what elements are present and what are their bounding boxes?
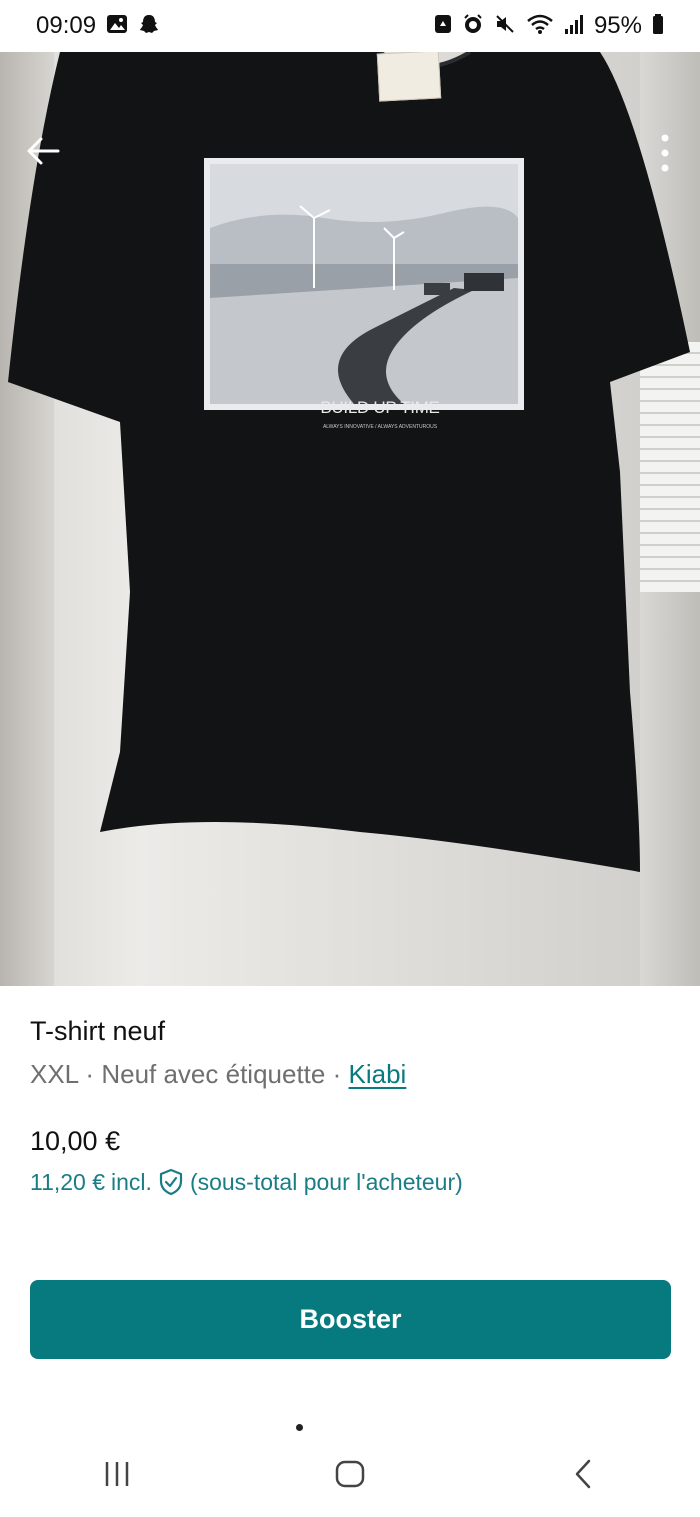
listing-price: 10,00 € bbox=[30, 1126, 121, 1156]
recent-apps-button[interactable] bbox=[77, 1444, 157, 1504]
buyer-price-note: (sous-total pour l'acheteur) bbox=[189, 1168, 463, 1195]
more-vertical-icon bbox=[661, 134, 669, 172]
listing-condition: Neuf avec étiquette bbox=[101, 1059, 326, 1089]
battery-icon bbox=[652, 13, 664, 39]
buyer-price-row[interactable]: 11,20 € incl. (sous-total pour l'acheteu… bbox=[30, 1168, 463, 1196]
listing-title: T-shirt neuf bbox=[30, 1016, 166, 1046]
snapchat-icon bbox=[138, 13, 160, 39]
shirt-print-subtitle: ALWAYS INNOVATIVE / ALWAYS ADVENTUROUS bbox=[322, 424, 438, 430]
alarm-icon bbox=[462, 13, 484, 39]
listing-details: T-shirt neuf XXL · Neuf avec étiquette ·… bbox=[30, 1016, 670, 1090]
listing-meta: XXL · Neuf avec étiquette · Kiabi bbox=[30, 1059, 670, 1090]
wifi-icon bbox=[526, 13, 554, 39]
status-left: 09:09 bbox=[36, 12, 160, 40]
meta-separator-1: · bbox=[85, 1059, 95, 1089]
buyer-price: 11,20 € bbox=[30, 1168, 106, 1195]
back-button[interactable] bbox=[18, 126, 68, 176]
battery-percent: 95% bbox=[593, 12, 642, 39]
status-bar: 09:09 95% bbox=[0, 0, 700, 52]
incl-label: incl. bbox=[111, 1168, 152, 1195]
price-tag-image bbox=[376, 52, 442, 102]
system-navigation-bar bbox=[0, 1430, 700, 1517]
lock-app-icon bbox=[434, 13, 452, 39]
product-photo[interactable]: BUILD UP TIME ALWAYS INNOVATIVE / ALWAYS… bbox=[0, 52, 700, 986]
brand-link[interactable]: Kiabi bbox=[349, 1059, 407, 1089]
booster-button[interactable]: Booster bbox=[30, 1280, 671, 1359]
home-icon bbox=[335, 1460, 365, 1487]
recent-apps-icon bbox=[105, 1461, 128, 1486]
status-time: 09:09 bbox=[36, 12, 97, 39]
system-back-button[interactable] bbox=[543, 1444, 623, 1504]
listing-size: XXL bbox=[30, 1059, 79, 1089]
status-right: 95% bbox=[434, 12, 664, 40]
gallery-icon bbox=[106, 14, 128, 38]
shirt-print-image bbox=[204, 158, 524, 410]
mute-icon bbox=[494, 13, 516, 39]
more-options-button[interactable] bbox=[652, 130, 678, 176]
chevron-left-icon bbox=[576, 1459, 591, 1488]
signal-icon bbox=[564, 13, 584, 39]
shirt-print-title: BUILD UP TIME bbox=[320, 398, 440, 417]
arrow-left-icon bbox=[27, 137, 60, 165]
shield-check-icon[interactable] bbox=[158, 1168, 184, 1196]
home-button[interactable] bbox=[310, 1444, 390, 1504]
meta-separator-2: · bbox=[332, 1059, 342, 1089]
